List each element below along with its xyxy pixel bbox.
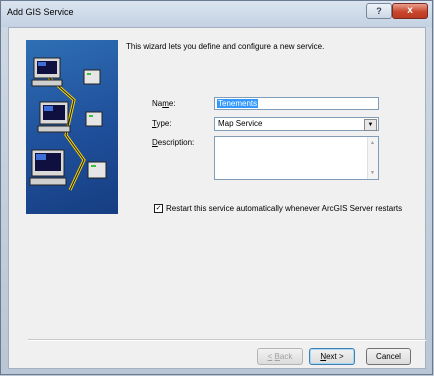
type-dropdown-value: Map Service	[218, 119, 263, 128]
description-label: Description:	[152, 138, 195, 147]
back-button[interactable]: < Back	[257, 348, 303, 365]
scroll-down-icon[interactable]: ▼	[370, 170, 375, 176]
button-divider	[28, 339, 426, 341]
wizard-page: This wizard lets you define and configur…	[8, 27, 426, 369]
type-dropdown[interactable]: Map Service ▼	[214, 117, 379, 131]
network-computers-icon	[29, 57, 107, 191]
next-button[interactable]: Next >	[309, 348, 355, 365]
restart-checkbox-label[interactable]: Restart this service automatically whene…	[166, 204, 402, 213]
intro-text: This wizard lets you define and configur…	[126, 42, 325, 51]
name-input[interactable]: Tenements	[214, 97, 379, 110]
add-gis-service-dialog: Add GIS Service ? x This wizard lets you…	[0, 0, 433, 375]
scroll-up-icon[interactable]: ▲	[370, 140, 375, 146]
close-button[interactable]: x	[392, 3, 428, 19]
description-textarea[interactable]: ▲ ▼	[214, 136, 379, 180]
description-scrollbar[interactable]: ▲ ▼	[367, 137, 378, 179]
type-label: Type:	[152, 119, 172, 128]
name-input-value: Tenements	[217, 99, 259, 108]
title-bar[interactable]: Add GIS Service ? x	[1, 1, 432, 27]
back-button-text: Back	[274, 352, 293, 361]
computers-network-illustration	[26, 40, 118, 214]
chevron-down-icon[interactable]: ▼	[364, 119, 377, 131]
cancel-button[interactable]: Cancel	[366, 348, 411, 365]
name-label: Name:	[152, 99, 176, 108]
window-title: Add GIS Service	[7, 7, 74, 17]
restart-checkbox[interactable]: ✓	[154, 204, 163, 213]
help-button[interactable]: ?	[366, 3, 392, 19]
